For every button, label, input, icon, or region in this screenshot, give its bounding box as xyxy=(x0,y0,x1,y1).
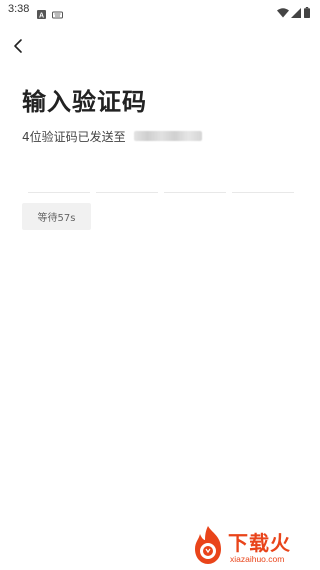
watermark-url: xiazaihuo.com xyxy=(230,554,285,564)
keyboard-icon xyxy=(52,4,63,23)
watermark: 下载火 xiazaihuo.com xyxy=(190,524,315,566)
code-input-1[interactable] xyxy=(28,160,90,193)
subtitle: 4位验证码已发送至 xyxy=(22,129,126,144)
battery-icon xyxy=(304,3,310,22)
status-bar: 3:38 A xyxy=(0,0,320,20)
watermark-brand: 下载火 xyxy=(228,531,291,555)
flame-logo-icon xyxy=(190,524,226,570)
resend-countdown-button[interactable]: 等待57s xyxy=(22,203,91,230)
status-time: 3:38 xyxy=(8,3,30,15)
code-input-3[interactable] xyxy=(164,160,226,193)
svg-text:A: A xyxy=(39,12,44,19)
chevron-left-icon xyxy=(12,38,24,58)
masked-phone-number xyxy=(133,131,202,141)
subtitle-row: 4位验证码已发送至 xyxy=(22,127,202,145)
notification-a-icon: A xyxy=(37,4,46,23)
signal-icon xyxy=(291,3,301,22)
wifi-icon xyxy=(277,3,289,22)
back-button[interactable] xyxy=(6,36,30,60)
page-title: 输入验证码 xyxy=(22,88,147,116)
code-input-4[interactable] xyxy=(232,160,294,193)
code-input-2[interactable] xyxy=(96,160,158,193)
verification-code-inputs xyxy=(28,160,294,194)
